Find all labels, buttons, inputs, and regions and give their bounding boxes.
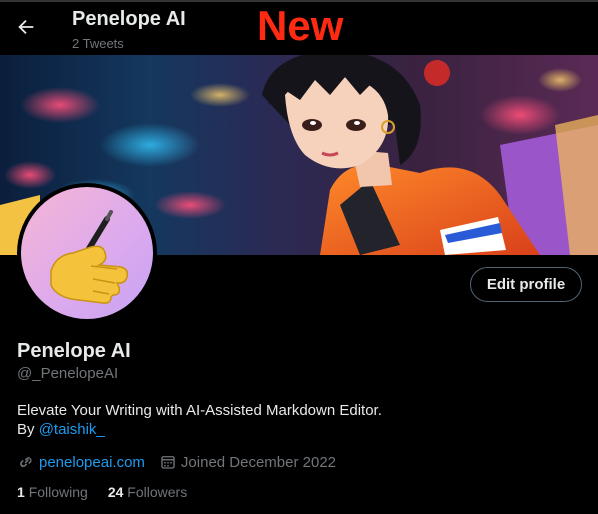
- joined-date: Joined December 2022: [180, 453, 337, 471]
- link-icon: [20, 457, 32, 468]
- avatar-background: [21, 187, 153, 319]
- edit-profile-button[interactable]: Edit profile: [470, 267, 582, 302]
- new-overlay-label: New: [257, 2, 344, 49]
- followers-label: Followers: [127, 484, 188, 500]
- following-count: 1: [17, 484, 25, 500]
- writing-hand-icon: [50, 210, 129, 304]
- bio-line: Elevate Your Writing with AI-Assisted Ma…: [17, 402, 382, 419]
- profile-header: Penelope AI 2 Tweets New: [0, 0, 598, 55]
- header-title: Penelope AI: [72, 8, 186, 30]
- profile-meta: penelopeai.com Joined December 2022: [17, 451, 336, 473]
- profile-handle: @_PenelopeAI: [17, 365, 119, 382]
- followers-count: 24: [107, 484, 124, 500]
- following-label: Following: [28, 484, 88, 500]
- followers-link[interactable]: 24 Followers: [108, 484, 187, 500]
- profile-avatar[interactable]: [17, 183, 157, 323]
- bio-by-text: By: [17, 421, 39, 438]
- tweet-count: 2 Tweets: [72, 36, 124, 51]
- bio-mention-link[interactable]: @taishik_: [39, 421, 105, 438]
- calendar-icon: [161, 456, 175, 469]
- back-arrow-icon[interactable]: [15, 16, 37, 38]
- following-link[interactable]: 1 Following: [17, 484, 88, 500]
- website-link[interactable]: penelopeai.com: [39, 454, 145, 471]
- profile-name: Penelope AI: [17, 340, 131, 362]
- follow-stats: 1 Following 24 Followers: [17, 484, 207, 500]
- bio-credit: By @taishik_: [17, 421, 105, 438]
